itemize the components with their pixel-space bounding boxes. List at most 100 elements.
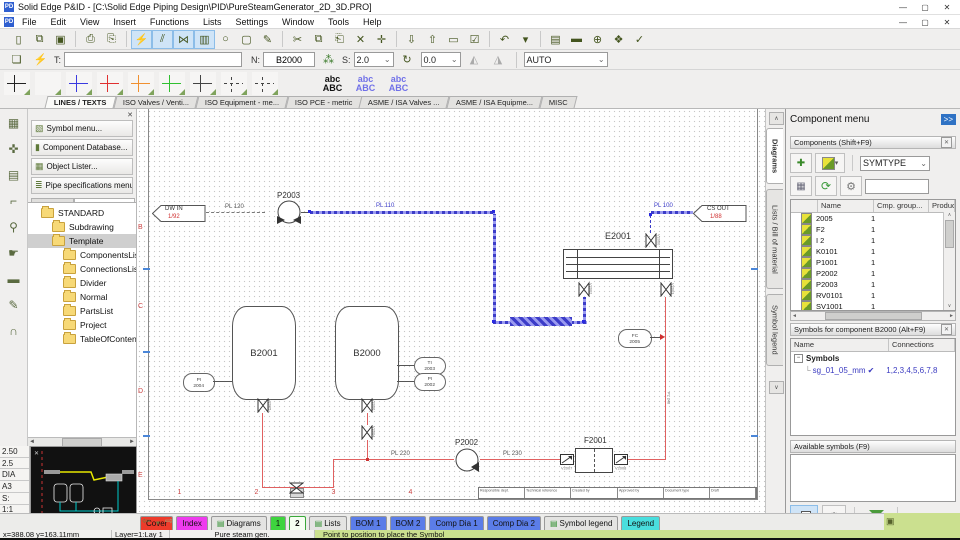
palette-tab-misc[interactable]: MISC — [540, 96, 578, 108]
line-style-black[interactable] — [4, 72, 30, 95]
collapse-icon[interactable]: − — [794, 354, 803, 363]
sheet-tab-symbol-legend[interactable]: Symbol legend — [544, 516, 618, 530]
component-filter-input[interactable] — [865, 179, 929, 194]
mirror-horizontal-icon[interactable]: ◭ — [464, 50, 485, 69]
toolbar-button[interactable] — [540, 31, 541, 47]
object-lister-button[interactable]: ▦Object Lister... — [31, 158, 133, 175]
menu-item[interactable]: Tools — [322, 17, 355, 27]
vessel-b2001[interactable]: B2001 — [232, 306, 296, 400]
valve-v2008[interactable] — [614, 454, 628, 465]
copy-icon[interactable]: ⧉ — [308, 30, 329, 49]
menu-item[interactable]: Edit — [45, 17, 73, 27]
hatch-tool-icon[interactable]: ⫽ — [152, 30, 173, 49]
line-style-green[interactable] — [159, 72, 185, 95]
board-icon[interactable]: ▬ — [566, 30, 587, 49]
rotate-icon[interactable]: ↻ — [397, 50, 418, 69]
line-style-orange[interactable] — [128, 72, 154, 95]
symtype-select[interactable]: SYMTYPE⌄ — [860, 156, 930, 171]
mirror-vertical-icon[interactable]: ◮ — [488, 50, 509, 69]
components-section-header[interactable]: Components (Shift+F9) ✕ — [790, 136, 956, 149]
menu-item[interactable]: Lists — [197, 17, 228, 27]
side-tab-diagrams[interactable]: Diagrams — [766, 128, 783, 184]
tree-item-normal[interactable]: Normal — [28, 290, 136, 304]
symbol-color-dropdown[interactable]: ▾ — [815, 153, 845, 173]
refresh-icon[interactable]: ⟳ — [815, 176, 837, 196]
palette-tab-iso-valves[interactable]: ISO Valves / Venti... — [113, 96, 198, 108]
toolbar-button[interactable] — [75, 31, 76, 47]
undo-icon[interactable]: ↶ — [494, 30, 515, 49]
F2[interactable]: F21 — [791, 224, 955, 235]
open-icon[interactable]: ⧉ — [29, 30, 50, 49]
text-style-blue-1[interactable]: abcABC — [352, 72, 379, 95]
pipe-spec-icon[interactable]: ⌐ — [3, 191, 25, 211]
symbol-menu-button[interactable]: ▧Symbol menu... — [31, 120, 133, 137]
close-icon[interactable]: ✕ — [941, 137, 952, 148]
component-icon[interactable]: ❖ — [608, 30, 629, 49]
find-symbol-icon[interactable]: ⁂ — [318, 50, 339, 69]
undo-dropdown-icon[interactable]: ▾ — [515, 30, 536, 49]
pipe-pl110[interactable] — [310, 211, 495, 214]
side-tab-symbol-legend[interactable]: Symbol legend — [766, 294, 783, 366]
new-document-icon[interactable]: ▯ — [8, 30, 29, 49]
palette-tab-lines-texts[interactable]: LINES / TEXTS — [45, 96, 117, 108]
pipe-flex-section[interactable] — [510, 317, 572, 326]
move-icon[interactable]: ✛ — [371, 30, 392, 49]
add-component-icon[interactable]: ✚ — [790, 153, 812, 173]
save-icon[interactable]: ▣ — [50, 30, 71, 49]
instrument-pi2002[interactable]: PI2002 — [414, 373, 446, 391]
expand-panel-button[interactable]: >> — [941, 114, 956, 125]
palette-tab-iso-pce[interactable]: ISO PCE - metric — [285, 96, 362, 108]
pipe-pl100[interactable] — [651, 211, 693, 214]
abc-check-icon[interactable]: ✓ — [629, 30, 650, 49]
menu-item[interactable]: Settings — [229, 17, 274, 27]
next-sheet-icon[interactable]: ⇨ — [165, 516, 173, 527]
sheet-tab-comp-dia-2[interactable]: Comp Dia 2 — [487, 516, 541, 530]
scroll-left-icon[interactable]: ◄ — [29, 439, 35, 445]
heat-exchanger-e2001[interactable] — [563, 249, 673, 279]
equipment-tool-icon[interactable]: ▥ — [194, 30, 215, 49]
sheet-tab-1[interactable]: 1 — [270, 516, 286, 530]
scroll-right-icon[interactable]: ► — [129, 439, 135, 445]
rect-tool-icon[interactable]: ▢ — [236, 30, 257, 49]
restore-button[interactable]: ▢ — [914, 0, 936, 14]
angle-select[interactable]: 0.0⌄ — [421, 52, 461, 67]
child-minimize-button[interactable]: — — [892, 15, 914, 29]
components-vscroll[interactable]: ∧∨ — [943, 212, 955, 310]
close-icon[interactable]: ✕ — [941, 324, 952, 335]
available-symbols-header[interactable]: Available symbols (F9) — [790, 440, 956, 453]
menu-item[interactable]: Functions — [144, 17, 195, 27]
valve-v2007[interactable] — [560, 454, 574, 465]
tree-item-template[interactable]: Template — [28, 234, 136, 248]
symbol-name[interactable]: sg_01_05_mm — [813, 366, 866, 375]
cut-icon[interactable]: ✂ — [287, 30, 308, 49]
scroll-up-icon[interactable]: ∧ — [769, 112, 784, 125]
tree-scrollbar[interactable]: ◄ ► — [28, 437, 136, 446]
pencil-tool-icon[interactable]: ✎ — [257, 30, 278, 49]
symbol-table-icon[interactable]: ▦ — [3, 113, 25, 133]
pump-p2003[interactable] — [275, 200, 303, 226]
valve-tool-icon[interactable]: ⋈ — [173, 30, 194, 49]
name-input[interactable] — [263, 52, 315, 67]
magnet-icon[interactable]: ∩ — [3, 321, 25, 341]
toolbar-button[interactable] — [126, 31, 127, 47]
flow-down-icon[interactable]: ⇩ — [401, 30, 422, 49]
close-button[interactable]: ✕ — [936, 0, 958, 14]
view-icon[interactable]: ▬ — [3, 269, 25, 289]
sheet-tab-bom-2[interactable]: BOM 2 — [390, 516, 427, 530]
pump-p2002[interactable] — [453, 448, 481, 474]
line-tool-icon[interactable]: ⚡ — [131, 30, 152, 49]
minimize-button[interactable]: — — [892, 0, 914, 14]
settings-gear-icon[interactable]: ⚙ — [840, 176, 862, 196]
instrument-fc2005[interactable]: FC2005 — [618, 329, 652, 348]
tree-item-connectionslist[interactable]: ConnectionsList — [28, 262, 136, 276]
child-restore-button[interactable]: ▢ — [914, 15, 936, 29]
text-style-blue-2[interactable]: abcABC — [385, 72, 412, 95]
palette-tab-asme-equipment[interactable]: ASME / ISA Equipme... — [446, 96, 542, 108]
print-batch-icon[interactable]: ⎘ — [101, 30, 122, 49]
component-table-icon[interactable]: ▦ — [790, 176, 812, 196]
menu-item[interactable]: Help — [357, 17, 388, 27]
P2003[interactable]: P20031 — [791, 279, 955, 290]
P1001[interactable]: P10011 — [791, 257, 955, 268]
pipe-specifications-button[interactable]: ≣Pipe specifications menu... — [31, 177, 133, 194]
sheet-tab-2[interactable]: 2 — [289, 516, 305, 530]
